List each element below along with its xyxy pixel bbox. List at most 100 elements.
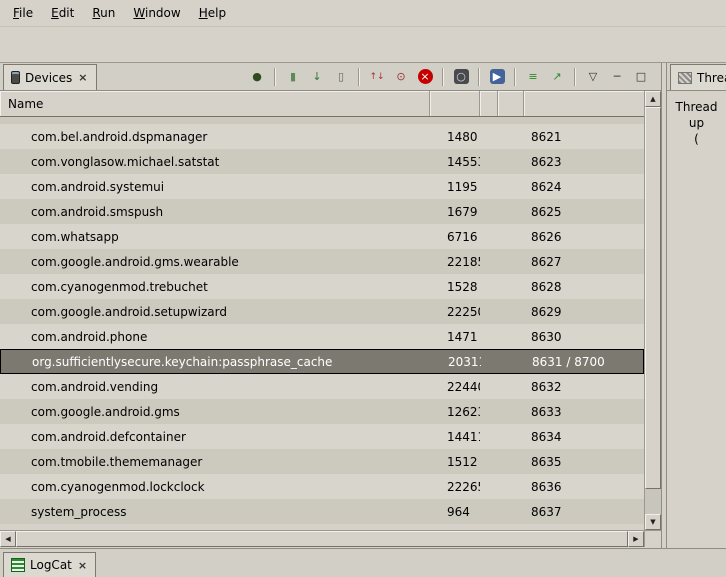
scroll-up-icon[interactable]: ▲ [645,91,661,107]
toolbar-group: ▮↓▯ [279,66,355,88]
scroll-down-icon[interactable]: ▼ [645,514,661,530]
tab-devices[interactable]: Devices × [3,64,97,90]
cell-port: 8628 [524,280,644,294]
cell-pid: 1512 [430,455,480,469]
cell-port: 8637 [524,505,644,519]
cell-pid: 1471 [430,330,480,344]
column-header-spacer1[interactable] [480,91,498,116]
table-row[interactable]: com.whatsapp67168626 [0,224,644,249]
tab-logcat[interactable]: LogCat × [3,552,96,577]
column-header-name[interactable]: Name [0,91,430,116]
device-table-body: com.bel.android.dspmanager1480 8621 com.vo… [0,117,644,530]
cell-pid: 22185 [430,255,480,269]
table-row[interactable]: com.google.android.gms126238633 [0,399,644,424]
column-header-spacer2[interactable] [498,91,524,116]
scroll-left-icon[interactable]: ◀ [0,531,16,547]
table-row[interactable]: com.android.vending224408632 [0,374,644,399]
toolbar-separator [442,68,444,86]
column-header-port[interactable] [524,91,644,116]
cell-pid: 1195 [430,180,480,194]
app-window: FileEditRunWindowHelp Devices × ●▮↓▯↑↓⊙×… [0,0,726,577]
toolbar-separator [574,68,576,86]
cell-pid: 1679 [430,205,480,219]
cell-port: 8624 [524,180,644,194]
scroll-right-icon[interactable]: ▶ [628,531,644,547]
menu-run[interactable]: Run [83,2,124,24]
horizontal-scrollbar-thumb[interactable] [16,531,628,547]
toolbar-group: ↑↓⊙× [363,66,439,88]
threads-icon [678,72,692,84]
cell-name: com.vonglasow.michael.satstat [0,155,430,169]
cell-name: com.android.defcontainer [0,430,430,444]
cell-port: 8623 [524,155,644,169]
table-row[interactable]: com.tmobile.thememanager15128635 [0,449,644,474]
bottom-tabbar: LogCat × [0,548,726,577]
cell-port: 8630 [524,330,644,344]
device-icon [11,71,20,84]
column-header-pid[interactable] [430,91,480,116]
cell-pid: 22250 [430,305,480,319]
table-row[interactable]: system_process9648637 [0,499,644,524]
logcat-tab-label: LogCat [30,558,72,572]
table-row[interactable]: com.android.systemui1195 8624 [0,174,644,199]
threads-message: Thread up( [667,91,726,548]
vertical-scrollbar[interactable]: ▲ ▼ [644,91,661,530]
table-row[interactable]: com.android.defcontainer144118634 [0,424,644,449]
stop-process-icon[interactable]: × [414,66,436,88]
table-row[interactable]: com.android.smspush16798625 [0,199,644,224]
table-row[interactable]: com.google.android.setupwizard222508629 [0,299,644,324]
vertical-scrollbar-thumb[interactable] [645,107,661,489]
cell-name: com.android.phone [0,330,430,344]
capture-ui-xml-icon[interactable]: ≡ [522,66,544,88]
screen-capture-icon[interactable]: ○ [450,66,472,88]
maximize-icon[interactable]: □ [630,66,652,88]
cell-name: com.bel.android.dspmanager [0,130,430,144]
main-area: Devices × ●▮↓▯↑↓⊙×○▶≡↗▽─□ Name com.bel.a… [0,63,726,548]
cell-pid: 22440 [430,380,480,394]
view-menu-icon[interactable]: ▽ [582,66,604,88]
minimize-icon[interactable]: ─ [606,66,628,88]
update-threads-icon[interactable]: ↑↓ [366,66,388,88]
threads-tab-label: Threads [697,71,726,85]
threads-panel: Threads Thread up( [667,63,726,548]
debug-icon[interactable]: ● [246,66,268,88]
screen-record-icon[interactable]: ▶ [486,66,508,88]
table-row[interactable]: org.sufficientlysecure.keychain:passphra… [0,349,644,374]
cell-pid: 1480 [430,130,480,144]
method-profiling-icon[interactable]: ⊙ [390,66,412,88]
threads-message-line: ( [667,131,726,147]
cell-port: 8626 [524,230,644,244]
toolbar-group: ▶ [483,66,511,88]
table-row[interactable]: com.google.android.gms.wearable221858627 [0,249,644,274]
cell-port: 8627 [524,255,644,269]
cell-port: 8635 [524,455,644,469]
cell-pid: 14411 [430,430,480,444]
tab-threads[interactable]: Threads [670,64,726,90]
cell-pid: 964 [430,505,480,519]
close-icon[interactable]: × [77,559,88,572]
table-row[interactable]: com.vonglasow.michael.satstat14553 8623 [0,149,644,174]
table-row[interactable]: com.cyanogenmod.trebuchet15288628 [0,274,644,299]
dump-hprof-icon[interactable]: ↓ [306,66,328,88]
table-row[interactable]: com.cyanogenmod.lockclock222658636 [0,474,644,499]
cell-port: 8621 [524,130,644,144]
cell-name: com.android.smspush [0,205,430,219]
close-icon[interactable]: × [77,71,88,84]
vertical-scrollbar-track[interactable] [645,489,661,514]
systrace-icon[interactable]: ↗ [546,66,568,88]
cell-port: 8636 [524,480,644,494]
cell-pid: 1528 [430,280,480,294]
cell-pid: 14553 [430,155,480,169]
device-table-main: Name com.bel.android.dspmanager14808621c… [0,91,644,530]
horizontal-scrollbar[interactable]: ◀ ▶ [0,530,644,547]
menu-window[interactable]: Window [124,2,189,24]
menu-file[interactable]: File [4,2,42,24]
menu-help[interactable]: Help [190,2,235,24]
table-row[interactable]: com.bel.android.dspmanager1480 8621 [0,124,644,149]
cell-name: com.android.systemui [0,180,430,194]
menu-edit[interactable]: Edit [42,2,83,24]
table-row[interactable]: com.android.phone1471 8630 [0,324,644,349]
scrollbar-corner [644,530,661,547]
cause-gc-icon[interactable]: ▯ [330,66,352,88]
update-heap-icon[interactable]: ▮ [282,66,304,88]
